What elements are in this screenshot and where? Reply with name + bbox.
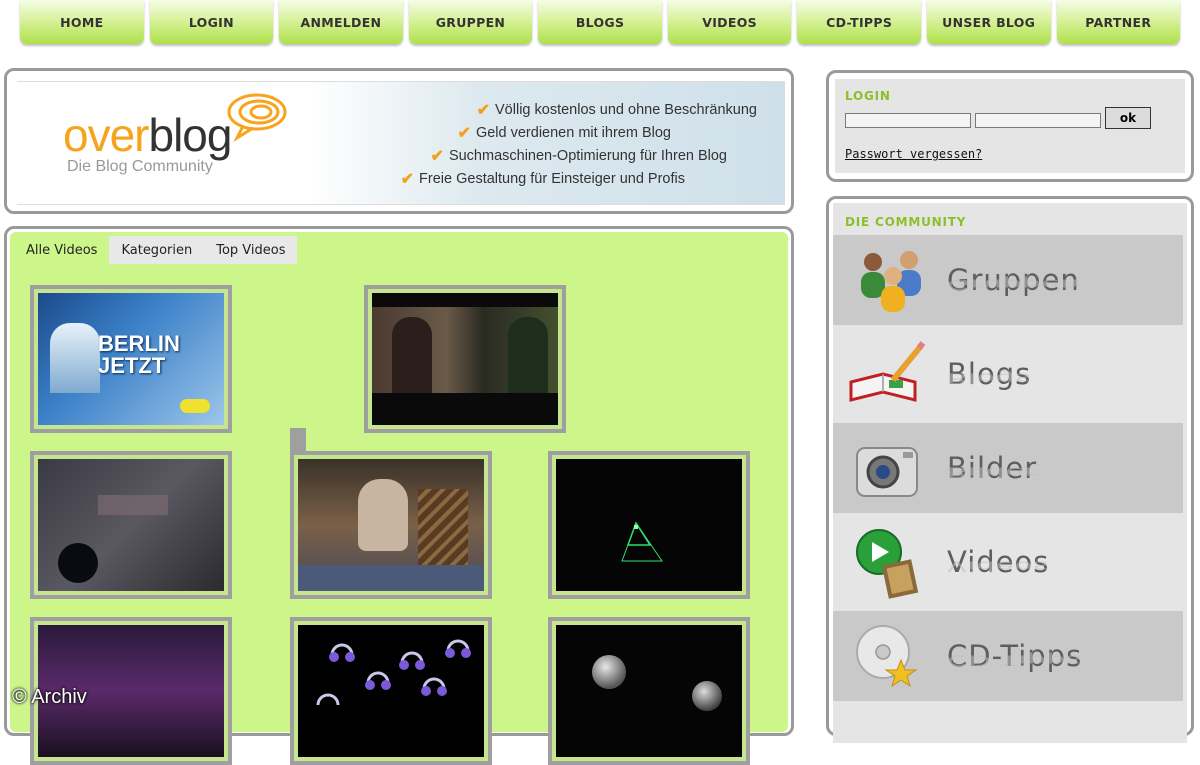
video-tabs: Alle Videos Kategorien Top Videos [14, 236, 298, 264]
book-pencil-icon [833, 334, 933, 414]
logo-subtitle: Die Blog Community [67, 158, 213, 175]
video-thumbnail[interactable] [290, 617, 492, 765]
login-panel: LOGIN ok Passwort vergessen? [835, 79, 1185, 173]
nav-anmelden[interactable]: ANMELDEN [279, 0, 403, 44]
archiv-watermark: © Archiv [12, 686, 87, 708]
video-thumbnail[interactable]: BERLIN JETZT [30, 285, 232, 433]
tab-kategorien[interactable]: Kategorien [109, 236, 205, 264]
logo-swirl-icon [227, 93, 287, 142]
community-item-bilder[interactable]: Bilder Bilder [833, 423, 1183, 513]
nav-cd-tipps[interactable]: CD-TIPPS [797, 0, 921, 44]
people-icon [833, 240, 933, 320]
cd-star-icon [833, 616, 933, 696]
tab-alle-videos[interactable]: Alle Videos [14, 236, 110, 264]
forgot-password-link[interactable]: Passwort vergessen? [845, 147, 982, 161]
nav-unser-blog[interactable]: UNSER BLOG [926, 0, 1051, 44]
community-item-blogs[interactable]: Blogs Blogs [833, 329, 1183, 419]
tab-top-videos[interactable]: Top Videos [204, 236, 298, 264]
video-thumbnail[interactable] [548, 617, 750, 765]
nav-blogs[interactable]: BLOGS [538, 0, 662, 44]
video-thumbnail[interactable] [290, 451, 492, 599]
community-item-videos[interactable]: Videos Videos [833, 517, 1183, 607]
check-icon: ✔ [400, 170, 415, 188]
community-item-cd-tipps[interactable]: CD-Tipps CD-Tipps [833, 611, 1183, 701]
feature-item: ✔ Geld verdienen mit ihrem Blog [457, 124, 671, 142]
nav-gruppen[interactable]: GRUPPEN [408, 0, 533, 44]
feature-item: ✔ Völlig kostenlos und ohne Beschränkung [476, 101, 757, 119]
feature-item: ✔ Suchmaschinen-Optimierung für Ihren Blo… [430, 147, 727, 165]
username-input[interactable] [845, 113, 971, 128]
camera-icon [833, 428, 933, 508]
film-play-icon [833, 522, 933, 602]
login-ok-button[interactable]: ok [1105, 107, 1151, 129]
feature-item: ✔ Freie Gestaltung für Einsteiger und Pro… [400, 170, 685, 188]
overblog-banner[interactable]: overblog Die Blog Community ✔ Völlig kost… [17, 81, 785, 205]
check-icon: ✔ [430, 147, 444, 165]
community-box: DIE COMMUNITY Gruppen Gruppen Blogs Blogs [826, 196, 1194, 743]
nav-videos[interactable]: VIDEOS [667, 0, 792, 44]
video-thumbnail[interactable] [548, 451, 750, 599]
check-icon: ✔ [457, 124, 471, 142]
overblog-logo: overblog [63, 109, 232, 161]
nav-login[interactable]: LOGIN [149, 0, 274, 44]
check-icon: ✔ [476, 101, 491, 119]
feature-list: ✔ Völlig kostenlos und ohne Beschränkung … [387, 98, 757, 190]
login-title: LOGIN [845, 89, 891, 103]
top-nav: HOME LOGIN ANMELDEN GRUPPEN BLOGS VIDEOS… [20, 0, 1181, 46]
video-thumbnail[interactable] [30, 451, 232, 599]
video-thumbnail[interactable] [364, 285, 566, 433]
nav-home[interactable]: HOME [20, 0, 144, 44]
password-input[interactable] [975, 113, 1101, 128]
nav-partner[interactable]: PARTNER [1056, 0, 1181, 44]
community-title: DIE COMMUNITY [845, 215, 967, 229]
banner-box: overblog Die Blog Community ✔ Völlig kost… [4, 68, 794, 214]
login-box: LOGIN ok Passwort vergessen? [826, 70, 1194, 182]
community-item-gruppen[interactable]: Gruppen Gruppen [833, 235, 1183, 325]
